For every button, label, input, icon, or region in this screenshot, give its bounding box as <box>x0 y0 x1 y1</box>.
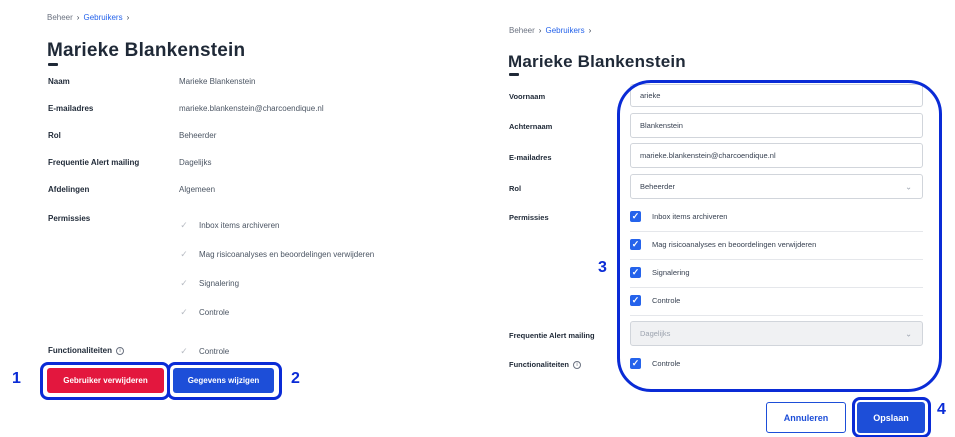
breadcrumb-gebruikers-link[interactable]: Gebruikers <box>545 26 584 35</box>
label-naam: Naam <box>48 77 70 86</box>
annotation-1: 1 <box>12 370 21 387</box>
label-achternaam: Achternaam <box>509 122 553 131</box>
cancel-button[interactable]: Annuleren <box>766 402 846 433</box>
label-frequentie: Frequentie Alert mailing <box>509 331 595 340</box>
label-rol: Rol <box>509 184 522 193</box>
label-permissies: Permissies <box>509 213 549 222</box>
value-frequentie: Dagelijks <box>179 158 212 167</box>
value-afdelingen: Algemeen <box>179 185 216 194</box>
title-underline <box>509 73 519 76</box>
annotation-2: 2 <box>291 370 300 387</box>
label-email: E-mailadres <box>509 153 552 162</box>
annotation-4: 4 <box>937 401 946 418</box>
label-email: E-mailadres <box>48 104 94 113</box>
permission-item: ✓ Signalering <box>180 277 240 288</box>
permission-item: ✓ Mag risicoanalyses en beoordelingen ve… <box>180 248 375 259</box>
check-icon: ✓ <box>180 277 188 288</box>
label-rol: Rol <box>48 131 61 140</box>
chevron-right-icon: › <box>76 13 80 22</box>
chevron-right-icon: › <box>126 13 130 22</box>
permission-item: ✓ Controle <box>180 306 230 317</box>
label-functionaliteiten: Functionaliteiten i <box>509 360 581 369</box>
functionality-item: ✓ Controle <box>180 345 230 356</box>
page-title: Marieke Blankenstein <box>508 52 686 71</box>
label-frequentie: Frequentie Alert mailing <box>48 158 140 167</box>
value-rol: Beheerder <box>179 131 217 140</box>
edit-details-button[interactable]: Gegevens wijzigen <box>173 368 274 393</box>
label-afdelingen: Afdelingen <box>48 185 90 194</box>
chevron-right-icon: › <box>588 26 592 35</box>
info-icon[interactable]: i <box>116 346 124 355</box>
right-breadcrumb: Beheer › Gebruikers › <box>509 26 591 35</box>
breadcrumb-beheer-link[interactable]: Beheer <box>509 26 535 35</box>
info-icon[interactable]: i <box>573 360 581 369</box>
check-icon: ✓ <box>180 306 188 317</box>
check-icon: ✓ <box>180 219 188 230</box>
annotation-3: 3 <box>598 259 607 276</box>
breadcrumb-beheer-link[interactable]: Beheer <box>47 13 73 22</box>
title-underline <box>48 63 58 66</box>
value-naam: Marieke Blankenstein <box>179 77 256 86</box>
check-icon: ✓ <box>180 248 188 259</box>
highlight-box-3 <box>617 80 942 392</box>
breadcrumb-gebruikers-link[interactable]: Gebruikers <box>83 13 122 22</box>
save-button[interactable]: Opslaan <box>857 402 925 433</box>
label-permissies: Permissies <box>48 214 91 223</box>
delete-user-button[interactable]: Gebruiker verwijderen <box>47 368 164 393</box>
left-breadcrumb: Beheer › Gebruikers › <box>47 13 129 22</box>
chevron-right-icon: › <box>538 26 542 35</box>
label-voornaam: Voornaam <box>509 92 546 101</box>
label-functionaliteiten: Functionaliteiten i <box>48 346 124 355</box>
permission-item: ✓ Inbox items archiveren <box>180 219 280 230</box>
value-email: marieke.blankenstein@charcoendique.nl <box>179 104 324 113</box>
check-icon: ✓ <box>180 345 188 356</box>
page-title: Marieke Blankenstein <box>47 40 246 61</box>
